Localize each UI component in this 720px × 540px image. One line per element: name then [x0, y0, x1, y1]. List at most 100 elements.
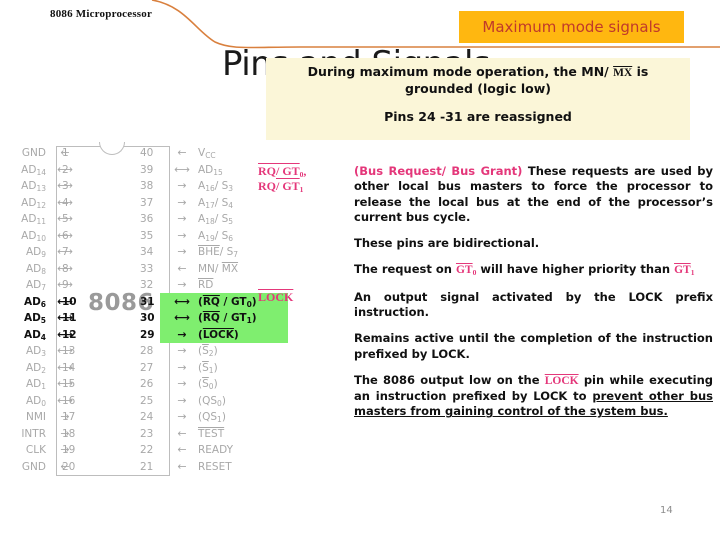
left-pin-number: 6 [62, 229, 69, 242]
rq-gt-description-body: (Bus Request/ Bus Grant) These requests … [354, 164, 713, 279]
right-pin-label: A19/ S6 [198, 229, 234, 243]
left-pin-label: GND [21, 147, 46, 159]
left-pin-number: 3 [62, 180, 69, 192]
right-pin-label: (S2) [198, 345, 218, 358]
left-pin-number: 16 [62, 394, 76, 407]
pin-row: AD2 ⟷ 14 27 → (S1) [0, 361, 290, 378]
right-pin-number: 21 [140, 460, 154, 473]
pin-row: AD9 ⟷ 7 34 → BHE/ S7 [0, 245, 290, 262]
right-pin-label: BHE/ S7 [198, 246, 239, 259]
right-pin-number: 26 [140, 378, 154, 390]
left-pin-number: 17 [62, 411, 76, 423]
rq-comma: , [303, 164, 307, 178]
right-pin-label: (S1) [198, 361, 218, 375]
right-pin-number: 32 [140, 279, 154, 291]
rq-gt-signal-label: RQ/ GT0, RQ/ GT1 [258, 164, 344, 195]
right-pin-arrow-icon: ← [177, 146, 187, 159]
right-pin-number: 40 [140, 147, 154, 159]
pin-row: AD4 ⟷ 12 29 → (LOCK) [0, 328, 290, 345]
right-pin-number: 33 [140, 262, 154, 275]
rq-overline-1: RQ [258, 164, 276, 178]
right-pin-arrow-icon: ← [177, 426, 187, 440]
pin-row: AD7 ⟷ 9 32 → RD [0, 278, 290, 295]
left-pin-label: AD13 [21, 180, 46, 193]
left-pin-label: AD6 [23, 295, 46, 309]
left-pin-label: AD1 [25, 378, 46, 391]
right-pin-label: (QS1) [198, 411, 226, 424]
right-pin-label: MN/ MX [198, 262, 239, 275]
lock-description-block: LOCK An output signal activated by the L… [258, 290, 713, 420]
lock-para-1: An output signal activated by the LOCK p… [354, 289, 713, 319]
left-pin-number: 2 [62, 163, 69, 176]
pin-row: CLK → 19 22 ← READY [0, 443, 290, 460]
pin-row: AD14 ⟷ 2 39 ⟷ AD15 [0, 163, 290, 180]
left-pin-number: 13 [62, 345, 76, 357]
right-pin-label: (S0) [198, 378, 218, 391]
rq-gt-para-1: (Bus Request/ Bus Grant) These requests … [354, 164, 713, 225]
pin-row: AD12 ⟷ 4 37 → A17/ S4 [0, 196, 290, 213]
left-pin-label: AD4 [23, 328, 46, 342]
left-pin-number: 10 [62, 295, 77, 308]
lock-para-3: The 8086 output low on the LOCK pin whil… [354, 373, 713, 420]
right-pin-label: A18/ S5 [198, 213, 234, 226]
pin-row: AD11 ⟷ 5 36 → A18/ S5 [0, 212, 290, 229]
rq-gt-para-3-a: The request on [354, 262, 456, 277]
gt1-inline-sub: 1 [690, 268, 695, 278]
right-pin-arrow-icon: ⟷ [174, 294, 190, 308]
right-pin-number: 38 [140, 180, 154, 192]
left-pin-number: 5 [62, 213, 69, 225]
pin-row: AD8 ⟷ 8 33 ← MN/ MX [0, 262, 290, 279]
left-pin-label: NMI [25, 411, 46, 423]
right-pin-number: 31 [140, 295, 155, 308]
rq-gt-description-block: RQ/ GT0, RQ/ GT1 (Bus Request/ Bus Grant… [258, 164, 713, 279]
lock-inline-label: LOCK [544, 374, 579, 387]
right-pin-arrow-icon: ⟷ [174, 311, 190, 324]
right-pin-label: A16/ S3 [198, 180, 234, 193]
right-pin-arrow-icon: → [177, 344, 187, 357]
lock-description-body: An output signal activated by the LOCK p… [354, 290, 713, 420]
right-pin-number: 37 [140, 196, 154, 209]
right-pin-number: 39 [140, 163, 154, 176]
pin-row: INTR → 18 23 ← TEST [0, 427, 290, 444]
left-pin-label: CLK [25, 444, 46, 456]
bus-request-grant-highlight: (Bus Request/ Bus Grant) [354, 164, 523, 178]
right-pin-number: 30 [140, 312, 155, 324]
left-pin-number: 15 [62, 378, 76, 390]
left-pin-number: 20 [62, 460, 76, 473]
right-pin-number: 28 [140, 345, 154, 357]
left-pin-number: 12 [62, 328, 77, 341]
maximum-mode-banner: Maximum mode signals [459, 11, 684, 43]
note-line-1: During maximum mode operation, the MN/ M… [308, 64, 649, 97]
pin-row: AD13 ⟷ 3 38 → A16/ S3 [0, 179, 290, 196]
rq-gt-para-3-b: will have higher priority than [476, 262, 675, 277]
right-pin-arrow-icon: → [177, 245, 187, 258]
pin-row: NMI → 17 24 → (QS1) [0, 410, 290, 427]
mx-overline-label: MX [613, 67, 633, 79]
left-pin-label: INTR [21, 427, 46, 440]
right-pin-label: (RQ / GT0) [198, 295, 257, 309]
note-line1-text-a: During maximum mode operation, the MN/ [307, 64, 614, 79]
right-pin-number: 36 [140, 213, 154, 225]
right-pin-label: READY [198, 444, 234, 456]
right-pin-number: 22 [140, 444, 154, 456]
left-pin-label: AD3 [25, 345, 46, 358]
gt1-inline-label: GT [674, 264, 691, 277]
right-pin-arrow-icon: → [177, 228, 187, 242]
rq-gt-para-3: The request on GT0 will have higher prio… [354, 262, 713, 278]
pin-row: GND ← 1 40 ← VCC [0, 146, 290, 163]
right-pin-arrow-icon: ⟷ [174, 162, 190, 176]
right-pin-label: AD15 [198, 163, 223, 177]
gt-overline-2: / GT [276, 179, 300, 194]
note-line1-text-c: is [632, 64, 649, 79]
left-pin-label: AD5 [23, 312, 46, 325]
left-pin-label: AD12 [21, 196, 46, 210]
right-pin-arrow-icon: ← [177, 459, 187, 473]
pin-rows-container: GND ← 1 40 ← VCC AD14 ⟷ 2 39 ⟷ AD15 AD13 ⟷ 3 38 → A16/ S3… [0, 146, 290, 476]
left-pin-number: 4 [62, 196, 69, 209]
left-pin-label: AD14 [21, 163, 46, 177]
right-pin-arrow-icon: → [177, 212, 187, 225]
right-pin-number: 24 [140, 411, 154, 423]
left-pin-label: AD8 [25, 262, 46, 276]
left-pin-label: AD11 [21, 213, 46, 226]
right-pin-number: 34 [140, 246, 154, 258]
